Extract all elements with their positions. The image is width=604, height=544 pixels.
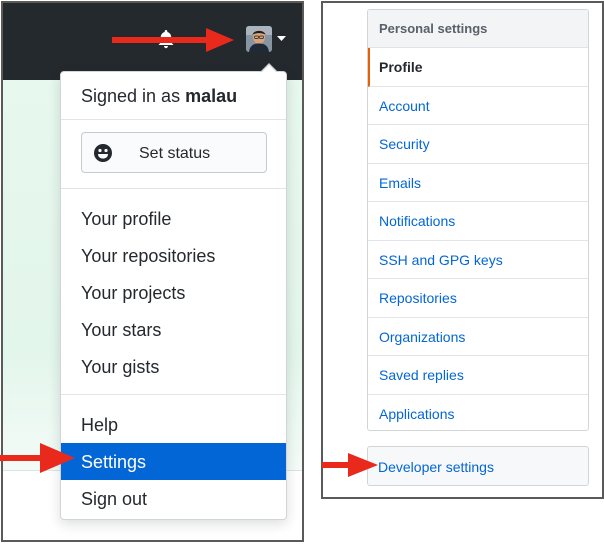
dropdown-caret-fill xyxy=(262,65,276,72)
menu-item-your-profile[interactable]: Your profile xyxy=(81,209,171,230)
settings-nav-organizations[interactable]: Organizations xyxy=(368,318,588,356)
divider xyxy=(61,119,286,120)
personal-settings-menu: Personal settings Profile Account Securi… xyxy=(367,9,589,431)
red-arrow-icon xyxy=(322,453,378,477)
menu-item-settings[interactable]: Settings xyxy=(81,452,146,473)
settings-nav-ssh-gpg-keys[interactable]: SSH and GPG keys xyxy=(368,241,588,279)
settings-nav-notifications[interactable]: Notifications xyxy=(368,202,588,241)
divider xyxy=(61,394,286,395)
user-dropdown-menu: Signed in as malau Set status Your profi… xyxy=(60,63,287,520)
settings-nav-security[interactable]: Security xyxy=(368,125,588,164)
menu-item-sign-out[interactable]: Sign out xyxy=(81,489,147,510)
caret-down-icon[interactable] xyxy=(277,36,286,42)
menu-item-help[interactable]: Help xyxy=(81,415,118,436)
settings-nav-label: Applications xyxy=(379,405,455,422)
settings-nav-label: Account xyxy=(379,97,430,114)
smiley-icon xyxy=(94,144,112,162)
username[interactable]: malau xyxy=(185,86,237,106)
right-screenshot-panel: Personal settings Profile Account Securi… xyxy=(321,1,604,499)
menu-item-your-repositories[interactable]: Your repositories xyxy=(81,246,215,267)
settings-nav-label: Organizations xyxy=(379,328,466,345)
settings-nav-repositories[interactable]: Repositories xyxy=(368,279,588,318)
personal-settings-header: Personal settings xyxy=(368,10,588,48)
settings-nav-account[interactable]: Account xyxy=(368,87,588,125)
developer-settings-link[interactable]: Developer settings xyxy=(367,446,589,486)
divider xyxy=(61,188,286,189)
set-status-label: Set status xyxy=(139,145,211,162)
personal-settings-title: Personal settings xyxy=(379,21,488,36)
settings-nav-saved-replies[interactable]: Saved replies xyxy=(368,356,588,395)
signed-in-prefix: Signed in as xyxy=(81,86,186,106)
avatar[interactable] xyxy=(246,26,272,52)
settings-nav-emails[interactable]: Emails xyxy=(368,164,588,202)
menu-item-your-gists[interactable]: Your gists xyxy=(81,357,159,378)
signed-in-label: Signed in as malau xyxy=(81,86,237,107)
settings-nav-label: Security xyxy=(379,136,430,152)
settings-nav-label: SSH and GPG keys xyxy=(379,251,503,268)
settings-nav-label: Saved replies xyxy=(379,367,464,383)
settings-nav-applications[interactable]: Applications xyxy=(368,395,588,431)
menu-item-your-stars[interactable]: Your stars xyxy=(81,320,161,341)
red-arrow-icon xyxy=(0,443,75,473)
menu-item-your-projects[interactable]: Your projects xyxy=(81,283,185,304)
red-arrow-icon xyxy=(112,28,234,52)
settings-nav-label: Repositories xyxy=(379,290,457,306)
set-status-button[interactable]: Set status xyxy=(81,132,267,173)
settings-nav-profile[interactable]: Profile xyxy=(368,48,588,87)
settings-nav-label: Profile xyxy=(379,59,423,75)
settings-nav-label: Notifications xyxy=(379,213,456,229)
settings-nav-label: Emails xyxy=(379,174,422,191)
developer-settings-label: Developer settings xyxy=(378,459,494,475)
